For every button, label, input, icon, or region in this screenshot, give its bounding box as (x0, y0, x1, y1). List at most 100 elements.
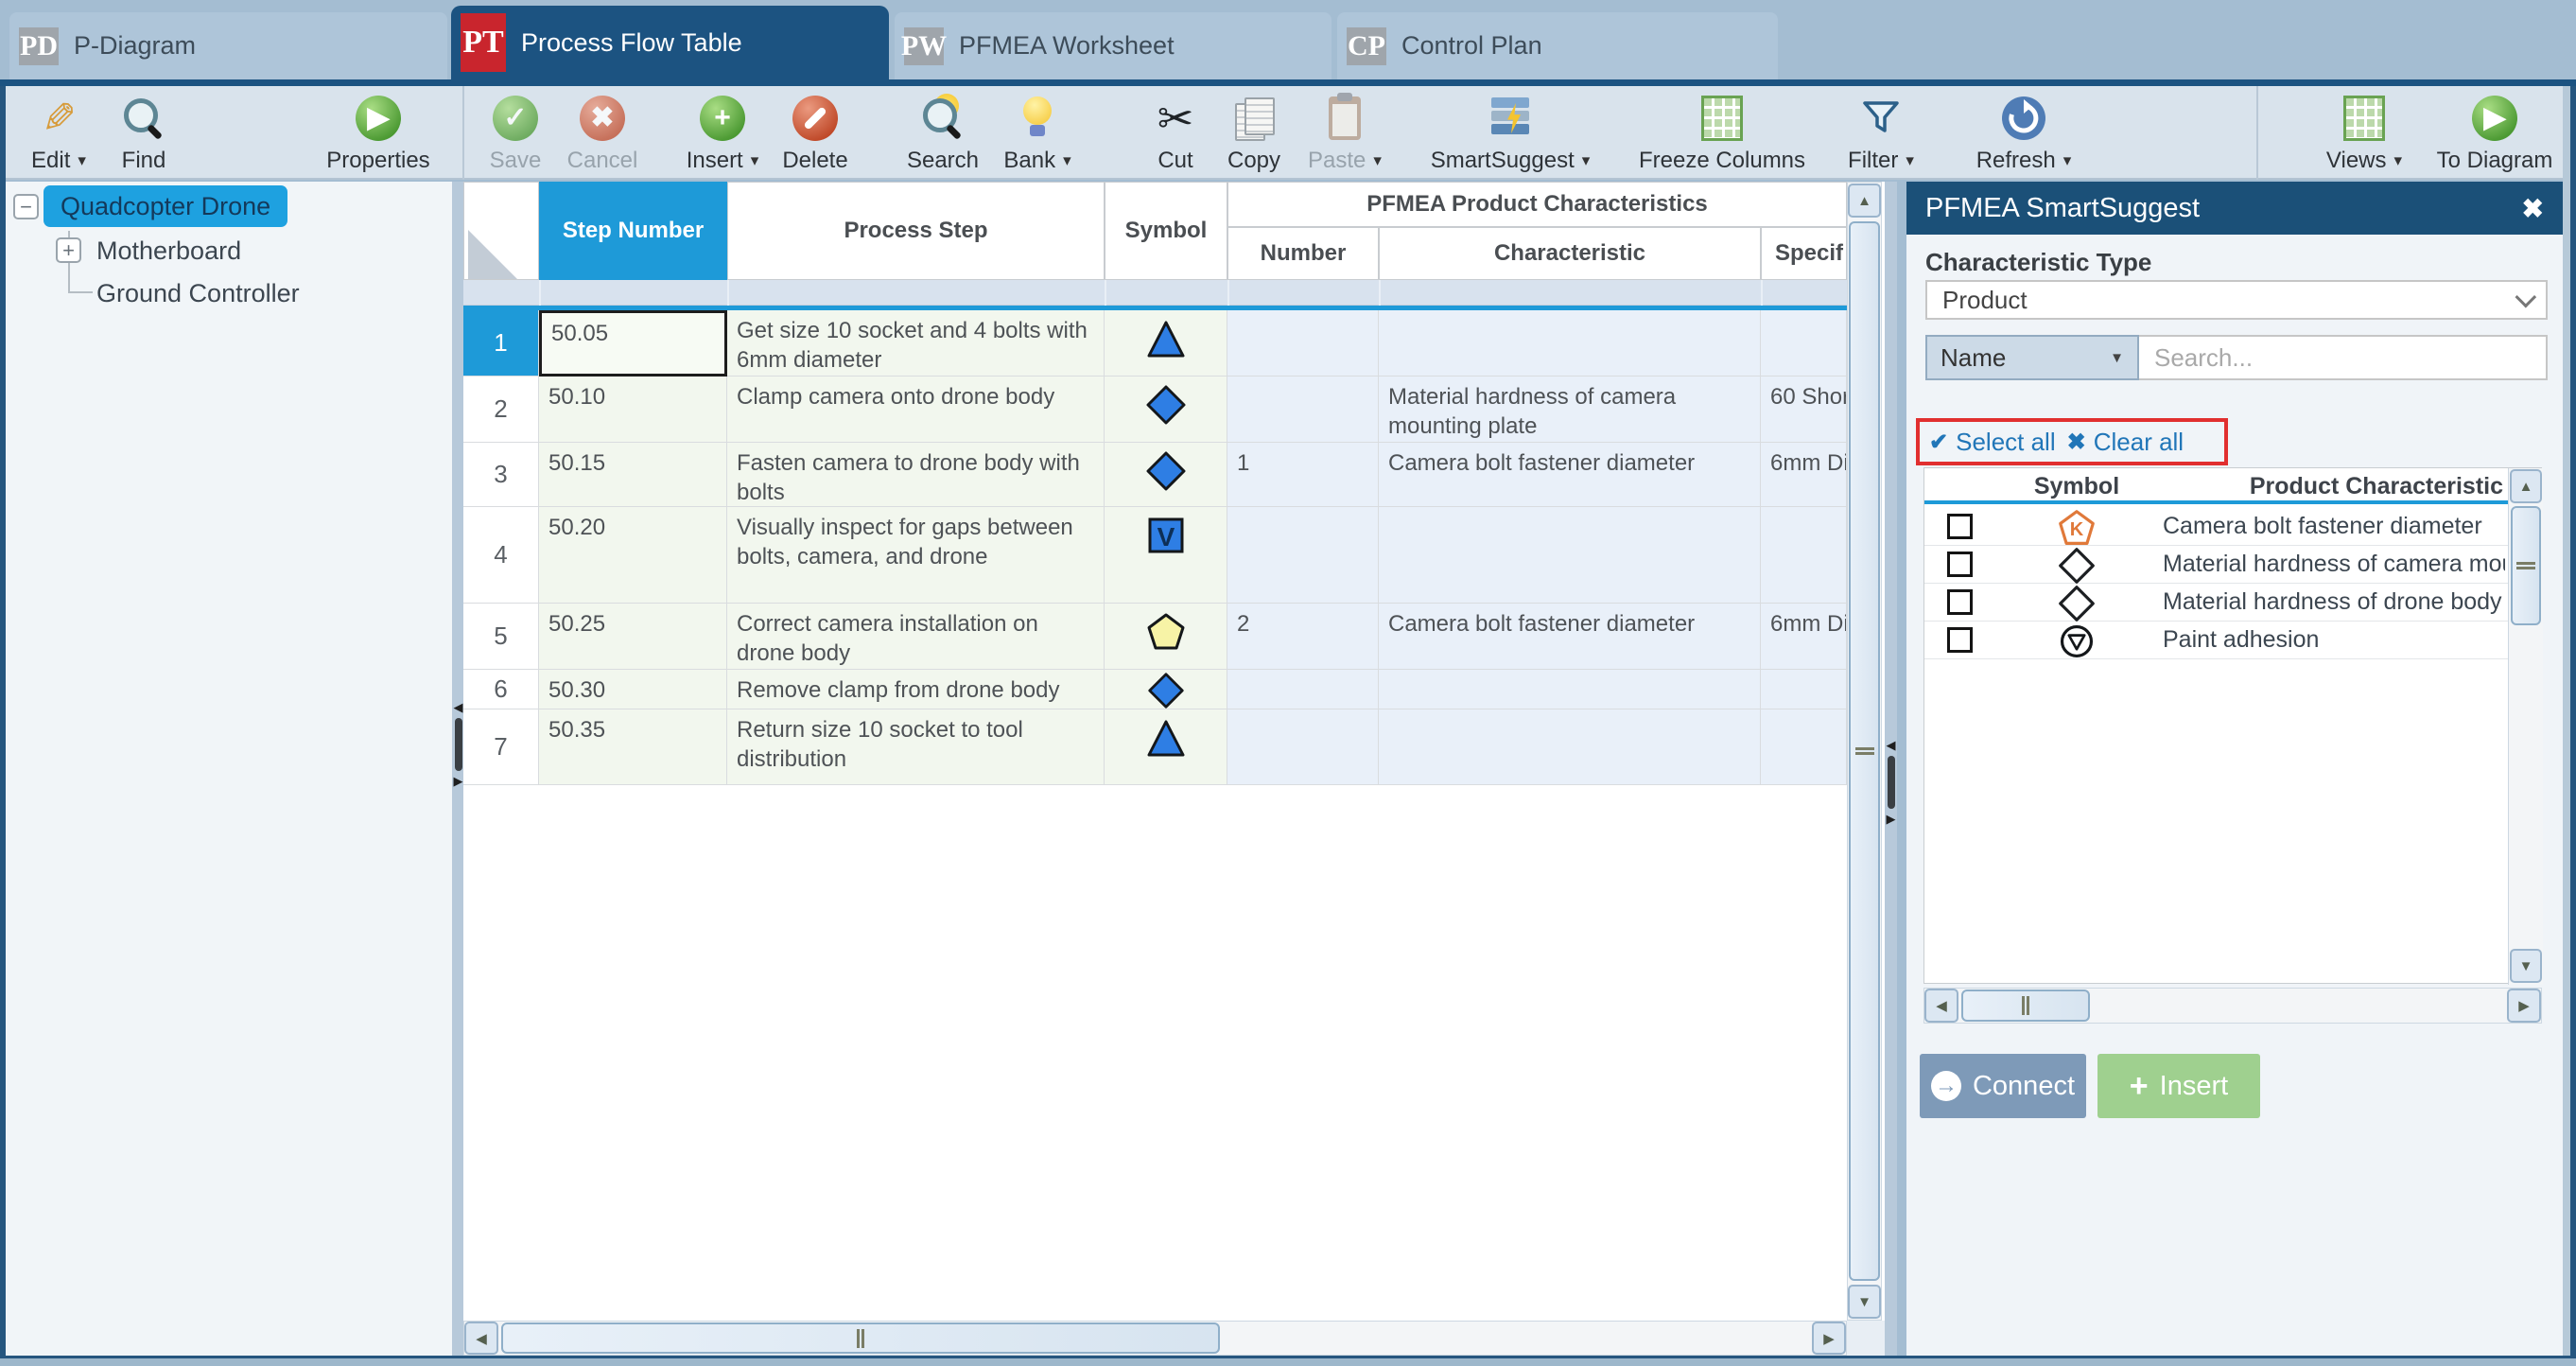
list-item[interactable]: Material hardness of drone body (1924, 584, 2508, 622)
characteristic-cell[interactable]: Camera bolt fastener diameter (1379, 604, 1761, 670)
specification-cell[interactable]: 6mm Di (1761, 604, 1847, 670)
horizontal-scroll-thumb[interactable] (501, 1322, 1220, 1354)
column-header-number[interactable]: Number (1227, 227, 1379, 280)
refresh-button[interactable]: Refresh▾ (1953, 94, 2095, 174)
freeze-columns-button[interactable]: Freeze Columns (1651, 94, 1793, 174)
specification-cell[interactable] (1761, 507, 1847, 604)
specification-cell[interactable]: 60 Shor (1761, 377, 1847, 443)
scroll-right-button[interactable]: ▶ (2507, 989, 2541, 1023)
characteristic-number-cell[interactable] (1227, 377, 1379, 443)
characteristic-cell[interactable]: Camera bolt fastener diameter (1379, 443, 1761, 507)
bank-button[interactable]: Bank▾ (966, 94, 1108, 174)
splitter-handle[interactable]: ◀ ▶ (1885, 738, 1897, 827)
characteristic-number-cell[interactable] (1227, 670, 1379, 709)
specification-cell[interactable] (1761, 310, 1847, 377)
row-number[interactable]: 1 (463, 310, 539, 377)
scroll-left-button[interactable]: ◀ (1924, 989, 1958, 1023)
delete-button[interactable]: Delete (744, 94, 886, 174)
search-field-dropdown[interactable]: Name ▼ (1925, 335, 2139, 380)
product-characteristic-column-header[interactable]: Product Characteristic (2157, 473, 2503, 500)
symbol-cell[interactable] (1105, 709, 1227, 785)
list-item[interactable]: K Camera bolt fastener diameter (1924, 508, 2508, 546)
row-number[interactable]: 4 (463, 507, 539, 604)
specification-cell[interactable]: 6mm Di (1761, 443, 1847, 507)
column-header-specification[interactable]: Specif (1761, 227, 1847, 280)
find-button[interactable]: Find (73, 94, 215, 174)
vertical-scroll-thumb[interactable] (1849, 221, 1880, 1281)
column-header-symbol[interactable]: Symbol (1105, 182, 1227, 280)
views-button[interactable]: Views▾ (2293, 94, 2435, 174)
tree-node-quadcopter-drone[interactable]: Quadcopter Drone (44, 185, 287, 227)
characteristic-number-cell[interactable]: 1 (1227, 443, 1379, 507)
scroll-left-button[interactable]: ◀ (464, 1322, 498, 1355)
step-number-cell[interactable]: 50.25 (539, 604, 727, 670)
table-corner-cell[interactable] (463, 182, 539, 280)
connect-button[interactable]: → Connect (1920, 1054, 2086, 1118)
tab-pfmea-worksheet[interactable]: PW PFMEA Worksheet (895, 12, 1332, 79)
symbol-cell[interactable] (1105, 604, 1227, 670)
process-step-cell[interactable]: Clamp camera onto drone body (727, 377, 1105, 443)
scroll-up-button[interactable]: ▲ (2510, 469, 2542, 503)
column-header-characteristic[interactable]: Characteristic (1379, 227, 1761, 280)
symbol-column-header[interactable]: Symbol (1996, 473, 2157, 500)
step-number-cell[interactable]: 50.15 (539, 443, 727, 507)
step-number-cell[interactable]: 50.30 (539, 670, 727, 709)
process-step-cell[interactable]: Fasten camera to drone body with bolts (727, 443, 1105, 507)
clear-all-link[interactable]: ✖ Clear all (2067, 428, 2184, 457)
column-header-process-step[interactable]: Process Step (727, 182, 1105, 280)
checkbox[interactable] (1947, 514, 1973, 539)
characteristic-cell[interactable]: Material hardness of camera mounting pla… (1379, 377, 1761, 443)
symbol-cell[interactable]: V (1105, 507, 1227, 604)
characteristic-cell[interactable] (1379, 507, 1761, 604)
scroll-up-button[interactable]: ▲ (1848, 184, 1881, 218)
symbol-cell[interactable] (1105, 670, 1227, 709)
tree-expand-toggle[interactable]: + (56, 237, 81, 263)
insert-button[interactable]: + Insert (2097, 1054, 2260, 1118)
symbol-cell[interactable] (1105, 310, 1227, 377)
to-diagram-button[interactable]: ▶ To Diagram (2424, 94, 2566, 174)
scroll-right-button[interactable]: ▶ (1812, 1322, 1846, 1355)
horizontal-scroll-thumb[interactable] (1961, 989, 2090, 1022)
tab-process-flow-table[interactable]: PT Process Flow Table (451, 6, 889, 79)
characteristic-number-cell[interactable] (1227, 507, 1379, 604)
tab-control-plan[interactable]: CP Control Plan (1337, 12, 1778, 79)
characteristic-cell[interactable] (1379, 310, 1761, 377)
checkbox[interactable] (1947, 589, 1973, 615)
step-number-cell[interactable]: 50.10 (539, 377, 727, 443)
tab-p-diagram[interactable]: PD P-Diagram (9, 12, 447, 79)
step-number-cell[interactable]: 50.05 (539, 310, 727, 377)
scroll-down-button[interactable]: ▼ (2510, 949, 2542, 983)
step-number-cell[interactable]: 50.20 (539, 507, 727, 604)
tree-node-motherboard[interactable]: Motherboard (96, 236, 241, 266)
process-step-cell[interactable]: Get size 10 socket and 4 bolts with 6mm … (727, 310, 1105, 377)
characteristic-cell[interactable] (1379, 709, 1761, 785)
list-item[interactable]: Paint adhesion (1924, 622, 2508, 659)
properties-button[interactable]: ▶ Properties (307, 94, 449, 174)
symbol-cell[interactable] (1105, 443, 1227, 507)
paste-button[interactable]: Paste▾ (1274, 94, 1416, 174)
process-step-cell[interactable]: Visually inspect for gaps between bolts,… (727, 507, 1105, 604)
symbol-cell[interactable] (1105, 377, 1227, 443)
row-number[interactable]: 2 (463, 377, 539, 443)
process-step-cell[interactable]: Return size 10 socket to tool distributi… (727, 709, 1105, 785)
right-splitter[interactable]: ◀ ▶ (1885, 182, 1897, 1356)
checkbox[interactable] (1947, 552, 1973, 577)
row-number[interactable]: 6 (463, 670, 539, 709)
search-input[interactable] (2139, 337, 2546, 378)
vertical-scroll-thumb[interactable] (2511, 506, 2541, 625)
characteristic-number-cell[interactable]: 2 (1227, 604, 1379, 670)
tree-node-ground-controller[interactable]: Ground Controller (96, 279, 300, 308)
row-number[interactable]: 3 (463, 443, 539, 507)
row-number[interactable]: 5 (463, 604, 539, 670)
scroll-down-button[interactable]: ▼ (1848, 1285, 1881, 1319)
checkbox[interactable] (1947, 627, 1973, 653)
step-number-cell[interactable]: 50.35 (539, 709, 727, 785)
select-all-link[interactable]: ✔ Select all (1929, 428, 2056, 457)
tree-collapse-toggle[interactable]: − (13, 194, 39, 219)
column-header-step-number[interactable]: Step Number (539, 182, 727, 280)
characteristic-cell[interactable] (1379, 670, 1761, 709)
process-step-cell[interactable]: Correct camera installation on drone bod… (727, 604, 1105, 670)
filter-button[interactable]: Filter▾ (1810, 94, 1952, 174)
specification-cell[interactable] (1761, 709, 1847, 785)
smartsuggest-button[interactable]: SmartSuggest▾ (1439, 94, 1581, 174)
